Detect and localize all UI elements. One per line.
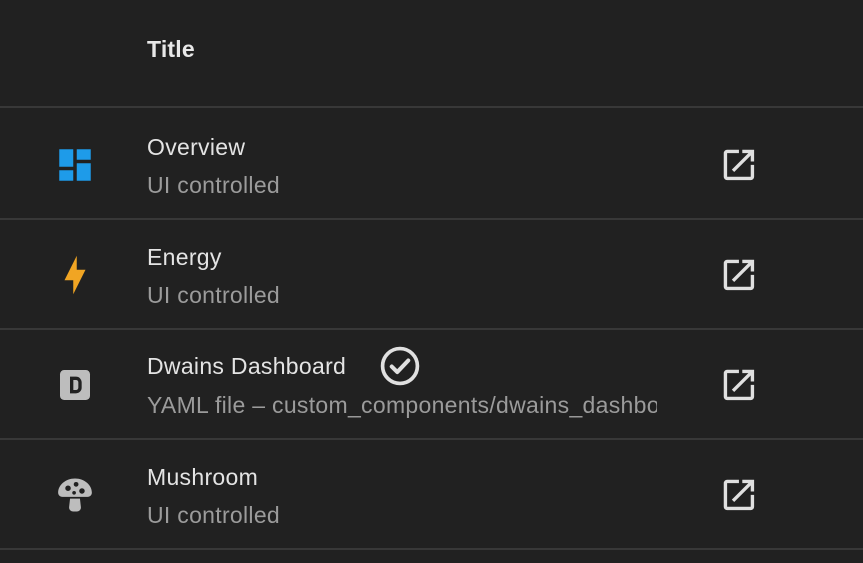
- open-in-new-icon: [723, 369, 755, 401]
- row-title-line: Overview: [147, 134, 245, 161]
- open-in-new-icon: [723, 259, 755, 291]
- open-in-new-button[interactable]: [716, 362, 762, 408]
- row-subtitle: UI controlled: [147, 282, 281, 308]
- table-header: Title: [0, 0, 863, 108]
- table-row-overview[interactable]: Overview UI controlled: [0, 110, 863, 220]
- row-subtitle: UI controlled: [147, 172, 281, 198]
- open-in-new-button[interactable]: [716, 252, 762, 298]
- dashboards-table: Title Overview UI controlled Energy UI c…: [0, 0, 863, 563]
- mushroom-icon: [52, 472, 98, 518]
- row-title: Energy: [147, 244, 222, 270]
- table-row-dwains-dashboard[interactable]: Dwains Dashboard YAML file – custom_comp…: [0, 330, 863, 440]
- lightning-bolt-icon: [52, 252, 98, 298]
- check-circle-outline-icon: [378, 344, 422, 388]
- row-subtitle: YAML file – custom_components/dwains_das…: [147, 392, 657, 418]
- open-in-new-icon: [723, 149, 755, 181]
- table-row-mushroom[interactable]: Mushroom UI controlled: [0, 440, 863, 550]
- row-title: Mushroom: [147, 464, 259, 490]
- open-in-new-button[interactable]: [716, 472, 762, 518]
- row-title-line: Energy: [147, 244, 222, 271]
- view-dashboard-icon: [52, 142, 98, 188]
- row-title: Dwains Dashboard: [147, 352, 347, 379]
- row-title: Overview: [147, 134, 246, 160]
- row-subtitle: UI controlled: [147, 502, 281, 528]
- letter-d-box-icon: [52, 362, 98, 408]
- row-title-line: Mushroom: [147, 464, 258, 491]
- table-row-energy[interactable]: Energy UI controlled: [0, 220, 863, 330]
- open-in-new-icon: [723, 479, 755, 511]
- column-header-title[interactable]: Title: [147, 36, 195, 63]
- row-title-line: Dwains Dashboard: [147, 344, 422, 388]
- open-in-new-button[interactable]: [716, 142, 762, 188]
